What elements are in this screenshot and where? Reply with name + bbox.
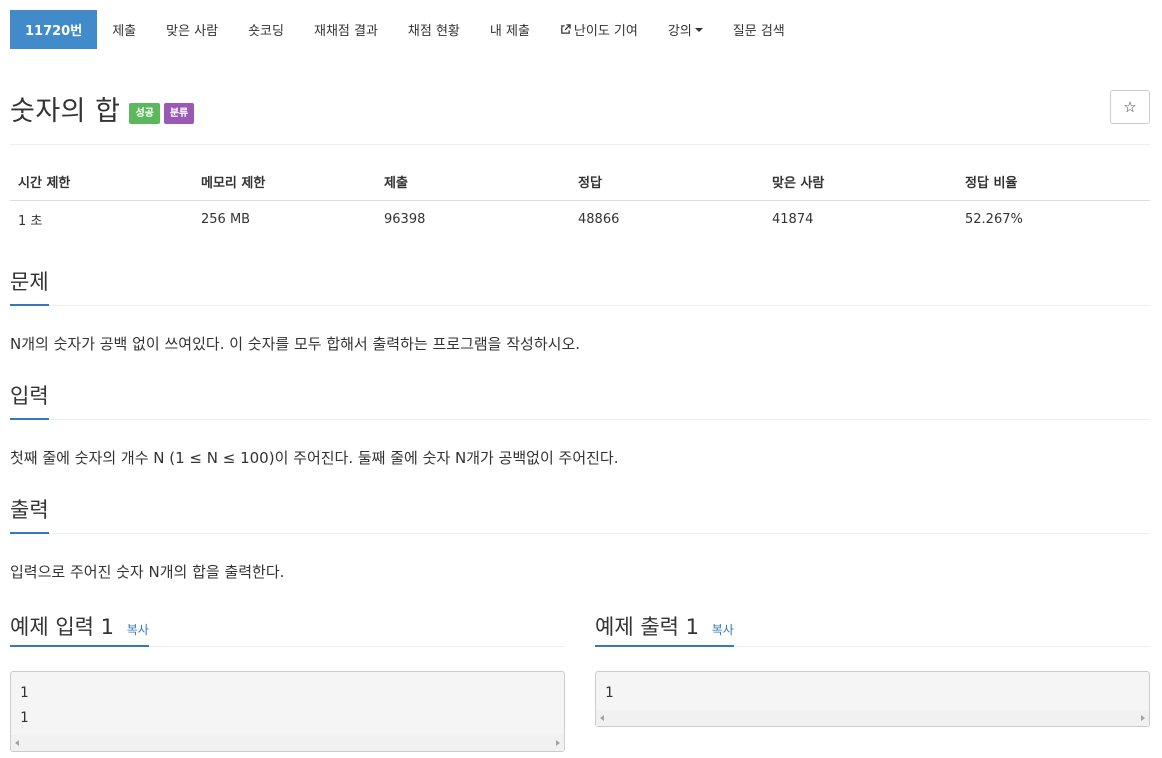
- nav-tab-problem[interactable]: 11720번: [10, 10, 98, 49]
- nav-tab-status[interactable]: 채점 현황: [393, 10, 475, 49]
- section-heading: 문제: [10, 266, 49, 306]
- table-cell: 48866: [578, 212, 620, 227]
- problem-nav: 11720번 제출 맞은 사람 숏코딩 재채점 결과 채점 현황 내 제출 난이…: [10, 10, 800, 49]
- sample-input-content[interactable]: 1 1: [11, 672, 564, 735]
- caret-down-icon: [694, 27, 703, 32]
- table-cell: 96398: [384, 212, 426, 227]
- table-header-cell: 정답: [570, 164, 764, 201]
- external-link-icon: [561, 24, 571, 34]
- category-badge[interactable]: 분류: [163, 102, 195, 124]
- sample-input-panel: 예제 입력 1 복사 1 1: [10, 611, 565, 752]
- table-header-cell: 시간 제한: [10, 164, 193, 201]
- nav-tab-label: 맞은 사람: [166, 24, 219, 39]
- table-cell: 52.267%: [965, 212, 1023, 227]
- problem-description: N개의 숫자가 공백 없이 쓰여있다. 이 숫자를 모두 합해서 출력하는 프로…: [10, 335, 581, 353]
- sample-output-content[interactable]: 1: [596, 672, 1149, 710]
- sample-output-title: 예제 출력 1: [595, 615, 699, 639]
- table-header-cell: 메모리 제한: [193, 164, 376, 201]
- output-section-header: 출력: [10, 494, 1150, 534]
- nav-tab-label: 내 제출: [489, 24, 530, 39]
- nav-tab-label: 채점 현황: [407, 24, 460, 39]
- nav-tab-short-coding[interactable]: 숏코딩: [233, 10, 299, 49]
- horizontal-scrollbar[interactable]: [11, 735, 564, 751]
- scroll-right-icon[interactable]: [556, 740, 560, 746]
- sample-output-box[interactable]: 1: [595, 671, 1150, 727]
- copy-sample-output-link[interactable]: 복사: [712, 623, 734, 637]
- sample-output-panel: 예제 출력 1 복사 1: [595, 611, 1150, 727]
- nav-tab-label: 재채점 결과: [313, 24, 378, 39]
- output-description: 입력으로 주어진 숫자 N개의 합을 출력한다.: [10, 563, 285, 581]
- star-icon: ☆: [1123, 98, 1137, 116]
- section-heading: 출력: [10, 494, 49, 534]
- nav-tab-my-submissions[interactable]: 내 제출: [475, 10, 545, 49]
- problem-info-table: 시간 제한 메모리 제한 제출 정답 맞은 사람 정답 비율 1 초 256 M…: [10, 164, 1150, 238]
- nav-tab-label: 질문 검색: [732, 24, 785, 39]
- nav-tab-label: 11720번: [25, 24, 83, 39]
- nav-tab-label: 제출: [112, 24, 137, 39]
- table-header-cell: 정답 비율: [957, 164, 1150, 201]
- status-badge-success: 성공: [129, 102, 160, 124]
- sample-input-header: 예제 입력 1 복사: [10, 611, 565, 647]
- table-cell: 256 MB: [201, 212, 251, 227]
- sample-input-box[interactable]: 1 1: [10, 671, 565, 752]
- input-description: 첫째 줄에 숫자의 개수 N (1 ≤ N ≤ 100)이 주어진다. 둘째 줄…: [10, 449, 619, 467]
- nav-tab-difficulty-contribution[interactable]: 난이도 기여: [545, 10, 653, 49]
- table-cell: 1 초: [18, 214, 43, 229]
- favorite-star-button[interactable]: ☆: [1110, 90, 1150, 124]
- nav-tab-label: 강의: [667, 24, 692, 39]
- divider: [10, 144, 1150, 145]
- nav-tab-lectures-dropdown[interactable]: 강의: [653, 10, 718, 49]
- nav-tab-submit[interactable]: 제출: [97, 10, 151, 49]
- scroll-left-icon[interactable]: [600, 715, 604, 721]
- problem-title-row: 숫자의 합 성공 분류: [10, 88, 195, 128]
- sample-heading: 예제 출력 1 복사: [595, 611, 734, 647]
- input-section-header: 입력: [10, 380, 1150, 420]
- section-heading: 입력: [10, 380, 49, 420]
- sample-output-header: 예제 출력 1 복사: [595, 611, 1150, 647]
- table-row: 1 초 256 MB 96398 48866 41874 52.267%: [10, 201, 1150, 239]
- copy-sample-input-link[interactable]: 복사: [127, 623, 149, 637]
- description-section-header: 문제: [10, 266, 1150, 306]
- horizontal-scrollbar[interactable]: [596, 710, 1149, 726]
- table-cell: 41874: [772, 212, 814, 227]
- table-header-row: 시간 제한 메모리 제한 제출 정답 맞은 사람 정답 비율: [10, 164, 1150, 201]
- nav-tab-label: 난이도 기여: [573, 24, 638, 39]
- problem-title: 숫자의 합: [10, 95, 121, 127]
- sample-heading: 예제 입력 1 복사: [10, 611, 149, 647]
- sample-input-title: 예제 입력 1: [10, 615, 114, 639]
- nav-tab-solved-users[interactable]: 맞은 사람: [151, 10, 233, 49]
- nav-tab-rejudge-results[interactable]: 재채점 결과: [299, 10, 393, 49]
- scroll-left-icon[interactable]: [15, 740, 19, 746]
- table-header-cell: 맞은 사람: [764, 164, 957, 201]
- nav-tab-question-search[interactable]: 질문 검색: [718, 10, 800, 49]
- scroll-right-icon[interactable]: [1141, 715, 1145, 721]
- table-header-cell: 제출: [376, 164, 570, 201]
- nav-tab-label: 숏코딩: [248, 24, 284, 39]
